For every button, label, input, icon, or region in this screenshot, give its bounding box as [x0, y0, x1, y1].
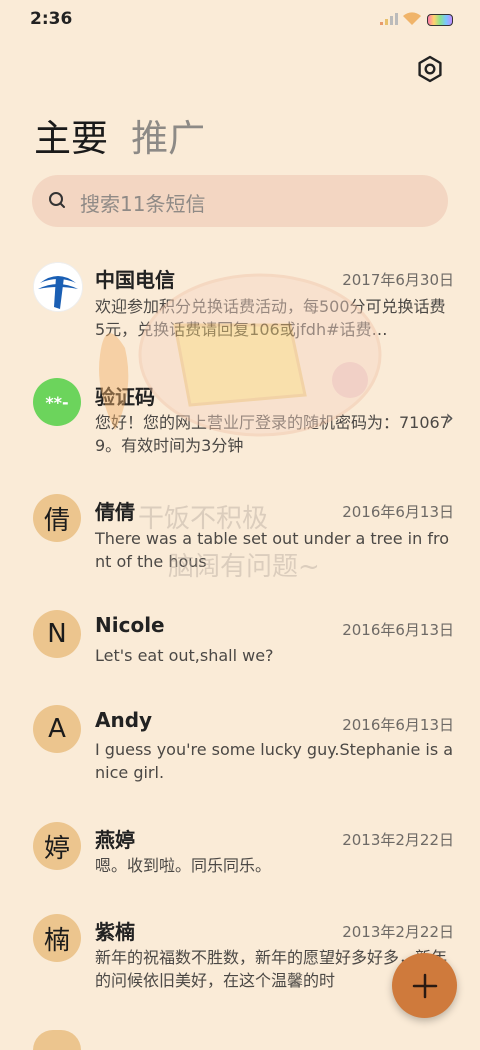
sender-name: Andy — [95, 708, 153, 732]
contact-avatar: N — [33, 610, 81, 658]
search-placeholder: 搜索11条短信 — [80, 192, 206, 216]
sender-name: Nicole — [95, 613, 165, 637]
signal-icon — [380, 13, 398, 25]
message-row[interactable]: 中国电信 2017年6月30日 欢迎参加积分兑换话费活动，每500分可兑换话费5… — [0, 250, 480, 366]
message-preview: There was a table set out under a tree i… — [95, 529, 449, 571]
tab-promotions[interactable]: 推广 — [131, 108, 205, 162]
message-row[interactable]: **- 验证码 您好！您的网上营业厅登录的随机密码为：710679。有效时间为3… — [0, 368, 480, 484]
wifi-icon — [403, 12, 421, 25]
message-date: 2016年6月13日 — [342, 716, 454, 734]
message-date: 2013年2月22日 — [342, 831, 454, 849]
battery-icon — [427, 14, 453, 26]
china-telecom-logo — [33, 262, 83, 312]
message-row[interactable]: N Nicole 2016年6月13日 Let's eat out,shall … — [0, 600, 480, 695]
contact-avatar: A — [33, 705, 81, 753]
chevron-right-icon[interactable]: › — [445, 406, 454, 431]
tab-primary[interactable]: 主要 — [34, 108, 108, 162]
sender-name: 验证码 — [95, 385, 155, 409]
message-preview: I guess you're some lucky guy.Stephanie … — [95, 740, 454, 782]
search-icon — [49, 192, 65, 208]
verification-avatar: **- — [33, 378, 81, 426]
message-preview: 您好！您的网上营业厅登录的随机密码为：710679。有效时间为3分钟 — [95, 413, 450, 455]
contact-avatar: 倩 — [33, 494, 81, 542]
message-date: 2016年6月13日 — [342, 503, 454, 521]
sender-name: 燕婷 — [95, 828, 135, 852]
message-date: 2017年6月30日 — [342, 271, 454, 289]
message-date: 2016年6月13日 — [342, 621, 454, 639]
message-row[interactable]: A Andy 2016年6月13日 I guess you're some lu… — [0, 695, 480, 811]
sender-name: 紫楠 — [95, 920, 135, 944]
message-row[interactable]: 倩 倩倩 2016年6月13日 There was a table set ou… — [0, 486, 480, 602]
sender-name: 倩倩 — [95, 500, 135, 524]
search-bar[interactable]: 搜索11条短信 — [32, 175, 448, 227]
status-bar: 2:36 — [0, 0, 480, 40]
message-row-partial[interactable] — [0, 1030, 480, 1050]
message-row[interactable]: 婷 燕婷 2013年2月22日 嗯。收到啦。同乐同乐。 — [0, 812, 480, 922]
message-preview: 嗯。收到啦。同乐同乐。 — [95, 856, 272, 875]
gear-icon[interactable] — [416, 55, 444, 83]
contact-avatar: 婷 — [33, 822, 81, 870]
message-date: 2013年2月22日 — [342, 923, 454, 941]
plus-icon — [412, 973, 437, 998]
contact-avatar: 楠 — [33, 914, 81, 962]
message-preview: Let's eat out,shall we? — [95, 646, 274, 665]
compose-button[interactable] — [392, 953, 457, 1018]
tab-bar: 主要 推广 — [34, 108, 223, 162]
sender-name: 中国电信 — [95, 268, 175, 292]
contact-avatar — [33, 1030, 81, 1050]
status-time: 2:36 — [30, 9, 73, 29]
message-preview: 欢迎参加积分兑换话费活动，每500分可兑换话费5元，兑换话费请回复106或jfd… — [95, 297, 446, 339]
